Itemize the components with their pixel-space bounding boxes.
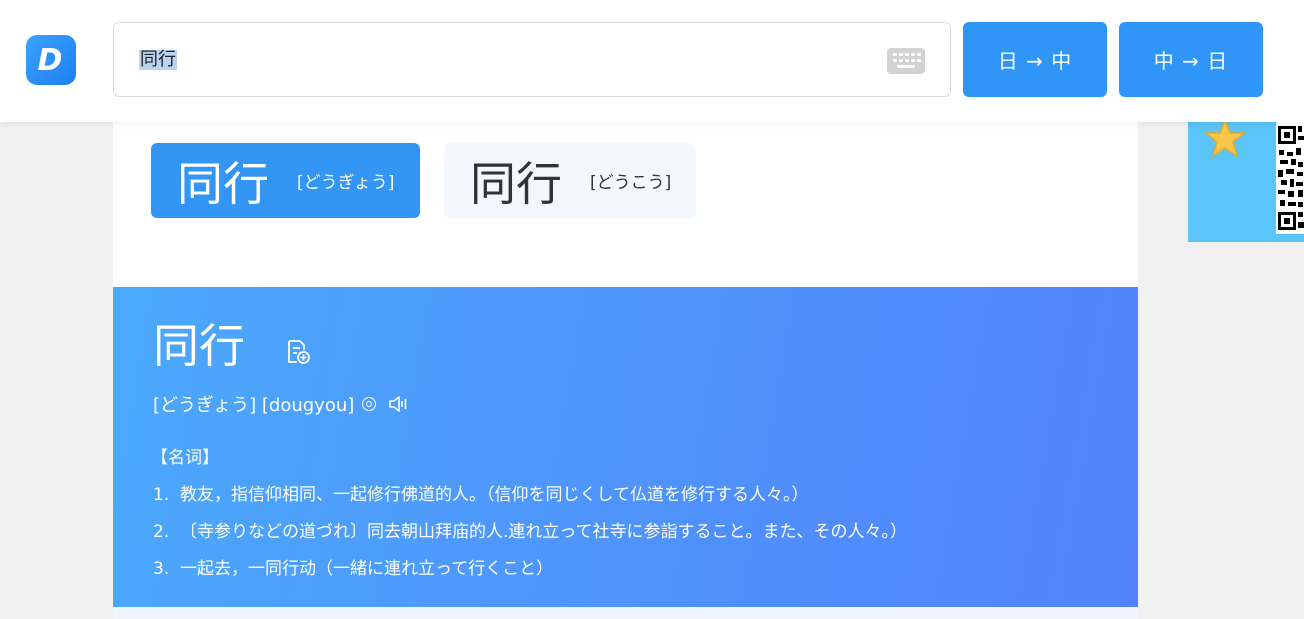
reading-word: 同行 — [470, 156, 562, 211]
pronunciation-text: [どうぎょう] [dougyou] — [153, 395, 355, 416]
reading-chip-dougyou[interactable]: 同行 [どうぎょう] — [151, 143, 420, 218]
star-icon — [1203, 122, 1247, 158]
search-box[interactable]: 同行 — [113, 22, 951, 97]
definition-text: 〔寺参りなどの道づれ〕同去朝山拜庙的人.連れ立って社寺に参詣すること。また、その… — [180, 522, 908, 542]
readings-card: 同行 [どうぎょう] 同行 [どうこう] — [113, 122, 1138, 287]
definition-panel: 同行 [どうぎょう] [dougyou] 【名词】 1. 教友，指信仰相同、一起修… — [113, 287, 1138, 607]
qr-code-icon — [1276, 122, 1304, 234]
search-input[interactable]: 同行 — [139, 50, 177, 70]
definition-text: 一起去，一同行动（一緒に連れ立って行くこと） — [180, 559, 554, 579]
definition-number: 2. — [153, 522, 170, 542]
pronunciation-line: [どうぎょう] [dougyou] — [153, 391, 410, 417]
reading-kana: [どうぎょう] — [297, 173, 395, 193]
definition-number: 1. — [153, 485, 170, 505]
panel-bottom-strip — [113, 607, 1138, 619]
definition-item: 1. 教友，指信仰相同、一起修行佛道的人。（信仰を同じくして仏道を修行する人々。） — [153, 480, 809, 505]
part-of-speech: 【名词】 — [151, 448, 219, 468]
add-to-notebook-icon[interactable] — [285, 339, 311, 365]
headword: 同行 — [153, 319, 245, 373]
definition-item: 3. 一起去，一同行动（一緒に連れ立って行くこと） — [153, 554, 553, 579]
top-bar: D 同行 日 → 中 中 → 日 — [0, 0, 1304, 122]
keyboard-icon[interactable] — [887, 48, 925, 74]
reading-word: 同行 — [177, 156, 269, 211]
definition-item: 2. 〔寺参りなどの道づれ〕同去朝山拜庙的人.連れ立って社寺に参詣すること。また、… — [153, 517, 907, 542]
definition-text: 教友，指信仰相同、一起修行佛道的人。（信仰を同じくして仏道を修行する人々。） — [180, 485, 809, 505]
ja-to-zh-button[interactable]: 日 → 中 — [963, 22, 1107, 97]
zh-to-ja-button[interactable]: 中 → 日 — [1119, 22, 1263, 97]
logo[interactable]: D — [26, 35, 76, 85]
pitch-accent-icon[interactable] — [362, 397, 377, 411]
reading-kana: [どうこう] — [590, 173, 672, 193]
logo-letter: D — [37, 42, 63, 78]
speaker-icon[interactable] — [388, 395, 410, 413]
side-banner[interactable] — [1188, 122, 1304, 242]
definition-number: 3. — [153, 559, 170, 579]
reading-chip-doukou[interactable]: 同行 [どうこう] — [444, 143, 696, 218]
